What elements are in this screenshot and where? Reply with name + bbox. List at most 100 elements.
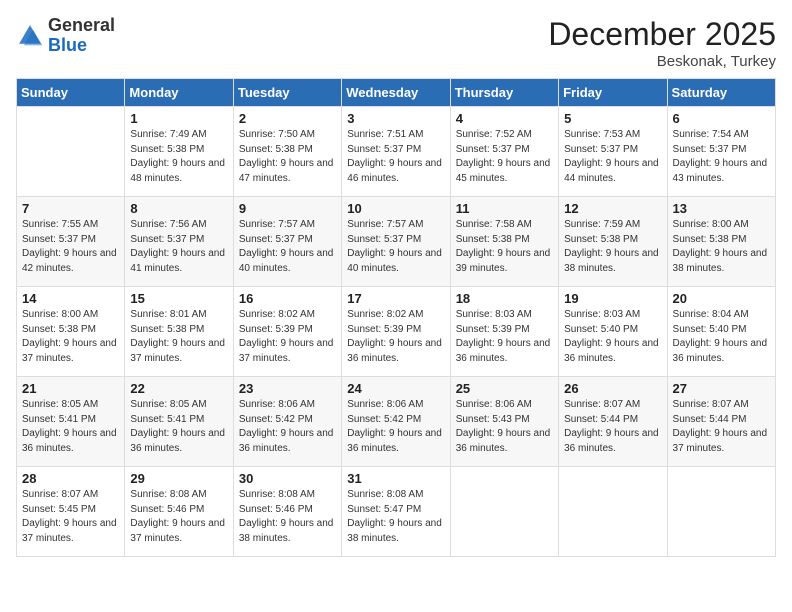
logo-blue: Blue: [48, 35, 87, 55]
day-number: 25: [456, 381, 553, 396]
calendar-cell: 14 Sunrise: 8:00 AMSunset: 5:38 PMDayligh…: [17, 287, 125, 377]
day-number: 14: [22, 291, 119, 306]
calendar-cell: 19 Sunrise: 8:03 AMSunset: 5:40 PMDayligh…: [559, 287, 667, 377]
calendar-cell: 20 Sunrise: 8:04 AMSunset: 5:40 PMDayligh…: [667, 287, 775, 377]
title-block: December 2025 Beskonak, Turkey: [548, 16, 776, 70]
day-info: Sunrise: 7:57 AMSunset: 5:37 PMDaylight:…: [347, 218, 444, 276]
day-info: Sunrise: 8:05 AMSunset: 5:41 PMDaylight:…: [22, 398, 119, 456]
weekday-header: Thursday: [450, 79, 558, 107]
calendar-cell: 10Sunrise: 7:57 AMSunset: 5:37 PMDayligh…: [342, 197, 450, 287]
day-number: 7: [22, 201, 119, 216]
day-info: Sunrise: 8:08 AMSunset: 5:47 PMDaylight:…: [347, 488, 444, 546]
calendar-cell: 2Sunrise: 7:50 AMSunset: 5:38 PMDaylight…: [233, 107, 341, 197]
day-number: 3: [347, 111, 444, 126]
calendar-cell: [450, 467, 558, 557]
calendar-cell: 18Sunrise: 8:03 AMSunset: 5:39 PMDayligh…: [450, 287, 558, 377]
weekday-header: Sunday: [17, 79, 125, 107]
calendar-cell: 12 Sunrise: 7:59 AMSunset: 5:38 PMDayligh…: [559, 197, 667, 287]
calendar-cell: 1Sunrise: 7:49 AMSunset: 5:38 PMDaylight…: [125, 107, 233, 197]
day-info: Sunrise: 8:07 AMSunset: 5:44 PMDaylight:…: [564, 398, 661, 456]
day-info: Sunrise: 8:00 AMSunset: 5:38 PMDaylight:…: [22, 308, 119, 366]
calendar-cell: [667, 467, 775, 557]
calendar-cell: 9Sunrise: 7:57 AMSunset: 5:37 PMDaylight…: [233, 197, 341, 287]
calendar-week-row: 28 Sunrise: 8:07 AMSunset: 5:45 PMDayligh…: [17, 467, 776, 557]
day-number: 30: [239, 471, 336, 486]
calendar-cell: 30 Sunrise: 8:08 AMSunset: 5:46 PMDayligh…: [233, 467, 341, 557]
day-number: 20: [673, 291, 770, 306]
day-number: 31: [347, 471, 444, 486]
calendar-cell: 8Sunrise: 7:56 AMSunset: 5:37 PMDaylight…: [125, 197, 233, 287]
calendar-cell: 28 Sunrise: 8:07 AMSunset: 5:45 PMDayligh…: [17, 467, 125, 557]
day-number: 26: [564, 381, 661, 396]
page-header: General Blue December 2025 Beskonak, Tur…: [16, 16, 776, 70]
day-number: 27: [673, 381, 770, 396]
logo-icon: [16, 22, 44, 50]
calendar-cell: [17, 107, 125, 197]
calendar-cell: 29 Sunrise: 8:08 AMSunset: 5:46 PMDayligh…: [125, 467, 233, 557]
calendar-week-row: 21 Sunrise: 8:05 AMSunset: 5:41 PMDayligh…: [17, 377, 776, 467]
day-number: 13: [673, 201, 770, 216]
calendar-cell: 7 Sunrise: 7:55 AMSunset: 5:37 PMDaylight…: [17, 197, 125, 287]
day-info: Sunrise: 8:06 AMSunset: 5:43 PMDaylight:…: [456, 398, 553, 456]
day-info: Sunrise: 8:03 AMSunset: 5:40 PMDaylight:…: [564, 308, 661, 366]
calendar-cell: 22 Sunrise: 8:05 AMSunset: 5:41 PMDayligh…: [125, 377, 233, 467]
day-info: Sunrise: 7:51 AMSunset: 5:37 PMDaylight:…: [347, 128, 444, 186]
logo: General Blue: [16, 16, 115, 56]
weekday-header: Tuesday: [233, 79, 341, 107]
day-info: Sunrise: 8:04 AMSunset: 5:40 PMDaylight:…: [673, 308, 770, 366]
day-info: Sunrise: 8:03 AMSunset: 5:39 PMDaylight:…: [456, 308, 553, 366]
day-info: Sunrise: 7:54 AMSunset: 5:37 PMDaylight:…: [673, 128, 770, 186]
calendar-cell: 24 Sunrise: 8:06 AMSunset: 5:42 PMDayligh…: [342, 377, 450, 467]
day-number: 2: [239, 111, 336, 126]
calendar-cell: 3 Sunrise: 7:51 AMSunset: 5:37 PMDaylight…: [342, 107, 450, 197]
calendar-cell: 23 Sunrise: 8:06 AMSunset: 5:42 PMDayligh…: [233, 377, 341, 467]
day-number: 8: [130, 201, 227, 216]
weekday-header-row: SundayMondayTuesdayWednesdayThursdayFrid…: [17, 79, 776, 107]
day-info: Sunrise: 7:52 AMSunset: 5:37 PMDaylight:…: [456, 128, 553, 186]
day-info: Sunrise: 8:08 AMSunset: 5:46 PMDaylight:…: [239, 488, 336, 546]
calendar-cell: 4 Sunrise: 7:52 AMSunset: 5:37 PMDaylight…: [450, 107, 558, 197]
day-info: Sunrise: 8:07 AMSunset: 5:45 PMDaylight:…: [22, 488, 119, 546]
month-title: December 2025: [548, 16, 776, 53]
calendar-week-row: 14 Sunrise: 8:00 AMSunset: 5:38 PMDayligh…: [17, 287, 776, 377]
logo-text: General Blue: [48, 16, 115, 56]
day-number: 15: [130, 291, 227, 306]
day-info: Sunrise: 8:02 AMSunset: 5:39 PMDaylight:…: [239, 308, 336, 366]
day-number: 4: [456, 111, 553, 126]
day-number: 24: [347, 381, 444, 396]
day-info: Sunrise: 7:59 AMSunset: 5:38 PMDaylight:…: [564, 218, 661, 276]
day-number: 23: [239, 381, 336, 396]
day-info: Sunrise: 7:58 AMSunset: 5:38 PMDaylight:…: [456, 218, 553, 276]
calendar-cell: 5Sunrise: 7:53 AMSunset: 5:37 PMDaylight…: [559, 107, 667, 197]
calendar-cell: 31 Sunrise: 8:08 AMSunset: 5:47 PMDayligh…: [342, 467, 450, 557]
day-number: 6: [673, 111, 770, 126]
calendar-week-row: 1Sunrise: 7:49 AMSunset: 5:38 PMDaylight…: [17, 107, 776, 197]
day-number: 21: [22, 381, 119, 396]
day-number: 12: [564, 201, 661, 216]
day-info: Sunrise: 8:05 AMSunset: 5:41 PMDaylight:…: [130, 398, 227, 456]
day-info: Sunrise: 8:07 AMSunset: 5:44 PMDaylight:…: [673, 398, 770, 456]
day-number: 1: [130, 111, 227, 126]
day-info: Sunrise: 8:08 AMSunset: 5:46 PMDaylight:…: [130, 488, 227, 546]
day-number: 28: [22, 471, 119, 486]
day-number: 17: [347, 291, 444, 306]
day-info: Sunrise: 8:06 AMSunset: 5:42 PMDaylight:…: [347, 398, 444, 456]
weekday-header: Monday: [125, 79, 233, 107]
day-number: 11: [456, 201, 553, 216]
weekday-header: Wednesday: [342, 79, 450, 107]
day-info: Sunrise: 8:01 AMSunset: 5:38 PMDaylight:…: [130, 308, 227, 366]
day-number: 29: [130, 471, 227, 486]
day-number: 22: [130, 381, 227, 396]
day-info: Sunrise: 8:00 AMSunset: 5:38 PMDaylight:…: [673, 218, 770, 276]
logo-general: General: [48, 15, 115, 35]
calendar-cell: [559, 467, 667, 557]
location: Beskonak, Turkey: [548, 53, 776, 70]
day-number: 19: [564, 291, 661, 306]
day-info: Sunrise: 8:06 AMSunset: 5:42 PMDaylight:…: [239, 398, 336, 456]
day-number: 9: [239, 201, 336, 216]
calendar-table: SundayMondayTuesdayWednesdayThursdayFrid…: [16, 78, 776, 557]
calendar-cell: 17Sunrise: 8:02 AMSunset: 5:39 PMDayligh…: [342, 287, 450, 377]
calendar-cell: 21 Sunrise: 8:05 AMSunset: 5:41 PMDayligh…: [17, 377, 125, 467]
day-info: Sunrise: 7:53 AMSunset: 5:37 PMDaylight:…: [564, 128, 661, 186]
day-info: Sunrise: 7:55 AMSunset: 5:37 PMDaylight:…: [22, 218, 119, 276]
